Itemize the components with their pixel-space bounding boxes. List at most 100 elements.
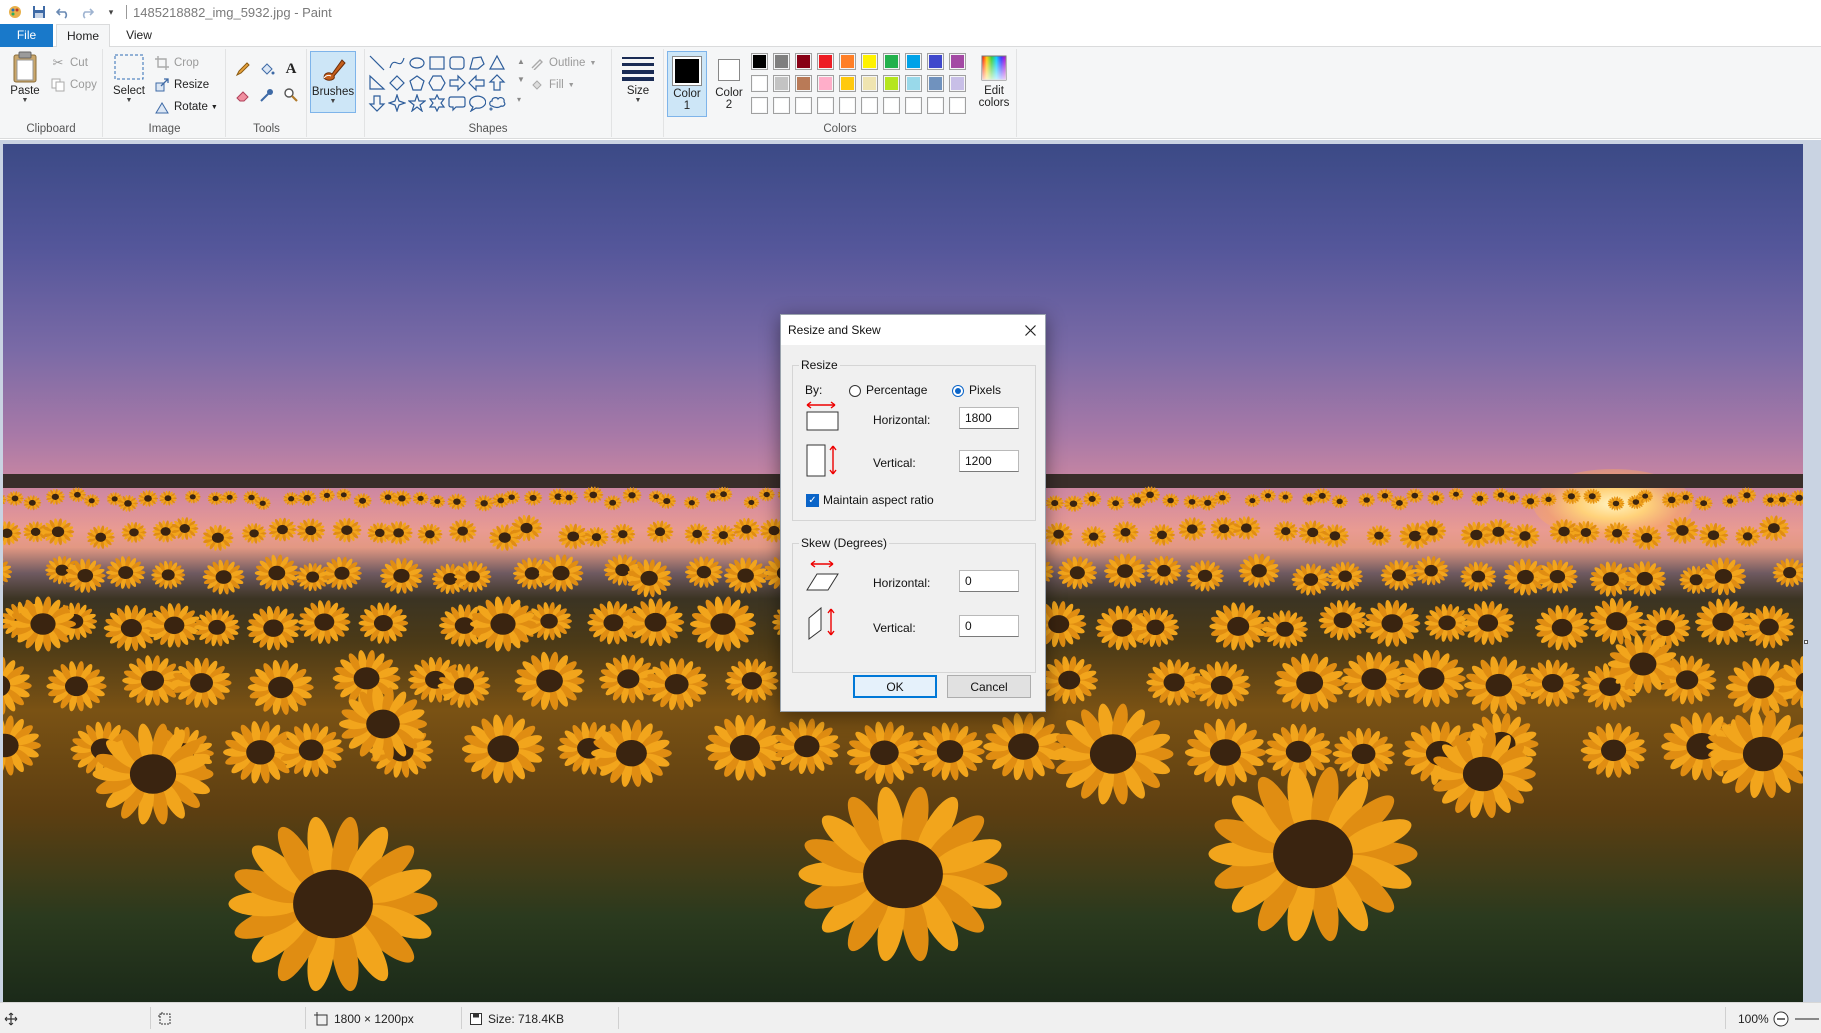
crop-button[interactable]: Crop — [154, 53, 199, 73]
five-point-star-shape-icon[interactable] — [407, 93, 426, 112]
pixels-label[interactable]: Pixels — [969, 383, 1001, 397]
copy-button[interactable]: Copy — [50, 75, 97, 95]
edit-colors-button[interactable]: Edit colors — [972, 51, 1016, 117]
polygon-shape-icon[interactable] — [467, 53, 486, 72]
percentage-radio[interactable] — [849, 385, 861, 397]
hexagon-shape-icon[interactable] — [427, 73, 446, 92]
skew-vertical-input[interactable] — [959, 615, 1019, 637]
palette-swatch[interactable] — [795, 53, 812, 70]
palette-swatch[interactable] — [949, 97, 966, 114]
fill-bucket-icon[interactable] — [257, 59, 277, 79]
palette-swatch[interactable] — [817, 97, 834, 114]
zoom-out-button[interactable] — [1773, 1003, 1789, 1033]
cloud-callout-shape-icon[interactable] — [487, 93, 506, 112]
palette-swatch[interactable] — [861, 53, 878, 70]
palette-swatch[interactable] — [795, 75, 812, 92]
palette-swatch[interactable] — [905, 75, 922, 92]
resize-button[interactable]: Resize — [154, 75, 209, 95]
eraser-icon[interactable] — [233, 85, 253, 105]
shapes-scroll-up-icon[interactable]: ▲ — [517, 51, 525, 71]
brushes-button[interactable]: Brushes ▼ — [310, 51, 356, 113]
palette-swatch[interactable] — [773, 97, 790, 114]
maintain-aspect-checkbox[interactable]: ✓ — [806, 494, 819, 507]
close-icon[interactable] — [1019, 319, 1041, 341]
tab-file[interactable]: File — [0, 24, 53, 47]
text-tool-icon[interactable]: A — [281, 59, 301, 79]
percentage-label[interactable]: Percentage — [866, 383, 927, 397]
palette-swatch[interactable] — [751, 75, 768, 92]
palette-swatch[interactable] — [927, 75, 944, 92]
palette-swatch[interactable] — [861, 75, 878, 92]
canvas-resize-handle[interactable] — [1804, 640, 1808, 644]
palette-swatch[interactable] — [883, 97, 900, 114]
fill-button[interactable]: Fill ▼ — [529, 75, 575, 95]
paste-button[interactable]: Paste ▼ — [4, 49, 46, 105]
up-arrow-shape-icon[interactable] — [487, 73, 506, 92]
outline-button[interactable]: Outline ▼ — [529, 53, 596, 73]
fill-dropdown-icon[interactable]: ▼ — [568, 82, 575, 89]
palette-swatch[interactable] — [927, 97, 944, 114]
shapes-scroll-down-icon[interactable]: ▼ — [517, 69, 525, 89]
shapes-expand-icon[interactable]: ▾ — [517, 89, 521, 109]
palette-swatch[interactable] — [839, 53, 856, 70]
six-point-star-shape-icon[interactable] — [427, 93, 446, 112]
palette-swatch[interactable] — [927, 53, 944, 70]
palette-swatch[interactable] — [773, 75, 790, 92]
tab-view[interactable]: View — [118, 24, 160, 47]
rotate-button[interactable]: Rotate ▼ — [154, 97, 218, 117]
rounded-rectangle-shape-icon[interactable] — [447, 53, 466, 72]
palette-swatch[interactable] — [817, 75, 834, 92]
cut-button[interactable]: ✂ Cut — [50, 53, 88, 73]
zoom-slider[interactable] — [1795, 1003, 1819, 1033]
magnifier-icon[interactable] — [281, 85, 301, 105]
skew-horizontal-input[interactable] — [959, 570, 1019, 592]
down-arrow-shape-icon[interactable] — [367, 93, 386, 112]
brushes-dropdown-icon[interactable]: ▼ — [311, 98, 355, 106]
pentagon-shape-icon[interactable] — [407, 73, 426, 92]
palette-swatch[interactable] — [905, 97, 922, 114]
select-dropdown-icon[interactable]: ▼ — [108, 97, 150, 105]
color1-button[interactable]: Color 1 — [667, 51, 707, 117]
color2-button[interactable]: Color 2 — [710, 51, 748, 117]
color-picker-icon[interactable] — [257, 85, 277, 105]
undo-icon[interactable] — [54, 3, 72, 21]
ok-button[interactable]: OK — [853, 675, 937, 698]
select-button[interactable]: Select ▼ — [108, 49, 150, 105]
palette-swatch[interactable] — [795, 97, 812, 114]
palette-swatch[interactable] — [751, 97, 768, 114]
palette-swatch[interactable] — [949, 75, 966, 92]
pencil-icon[interactable] — [233, 59, 253, 79]
palette-swatch[interactable] — [773, 53, 790, 70]
cancel-button[interactable]: Cancel — [947, 675, 1031, 698]
maintain-aspect-label[interactable]: Maintain aspect ratio — [823, 493, 934, 507]
diamond-shape-icon[interactable] — [387, 73, 406, 92]
palette-swatch[interactable] — [751, 53, 768, 70]
save-icon[interactable] — [30, 3, 48, 21]
triangle-shape-icon[interactable] — [487, 53, 506, 72]
tab-home[interactable]: Home — [56, 24, 110, 48]
outline-dropdown-icon[interactable]: ▼ — [589, 60, 596, 67]
palette-swatch[interactable] — [905, 53, 922, 70]
oval-callout-shape-icon[interactable] — [467, 93, 486, 112]
four-point-star-shape-icon[interactable] — [387, 93, 406, 112]
left-arrow-shape-icon[interactable] — [467, 73, 486, 92]
line-shape-icon[interactable] — [367, 53, 386, 72]
customize-quick-access-icon[interactable]: ▾ — [102, 3, 120, 21]
rounded-callout-shape-icon[interactable] — [447, 93, 466, 112]
size-dropdown-icon[interactable]: ▼ — [617, 97, 659, 105]
rectangle-shape-icon[interactable] — [427, 53, 446, 72]
resize-horizontal-input[interactable] — [959, 407, 1019, 429]
pixels-radio[interactable] — [952, 385, 964, 397]
oval-shape-icon[interactable] — [407, 53, 426, 72]
palette-swatch[interactable] — [949, 53, 966, 70]
size-button[interactable]: Size ▼ — [617, 49, 659, 105]
curve-shape-icon[interactable] — [387, 53, 406, 72]
palette-swatch[interactable] — [839, 97, 856, 114]
rotate-dropdown-icon[interactable]: ▼ — [211, 104, 218, 111]
redo-icon[interactable] — [78, 3, 96, 21]
resize-vertical-input[interactable] — [959, 450, 1019, 472]
palette-swatch[interactable] — [817, 53, 834, 70]
dialog-title-bar[interactable]: Resize and Skew — [781, 315, 1045, 345]
right-arrow-shape-icon[interactable] — [447, 73, 466, 92]
paste-dropdown-icon[interactable]: ▼ — [4, 97, 46, 105]
